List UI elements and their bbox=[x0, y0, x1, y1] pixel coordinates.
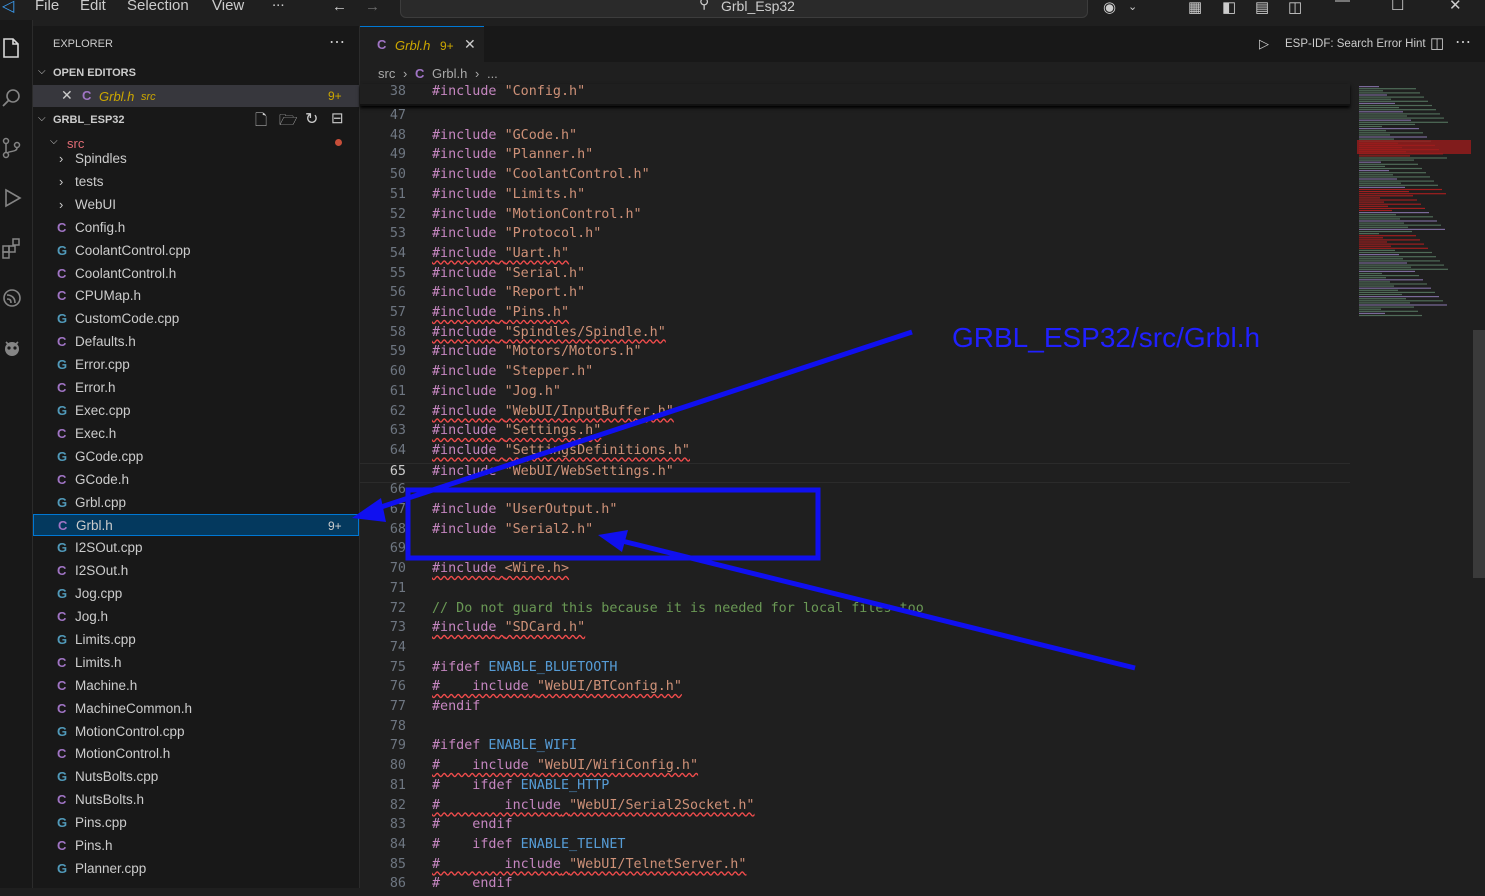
annotation-label: GRBL_ESP32/src/Grbl.h bbox=[952, 322, 1261, 353]
arrowhead-icon bbox=[352, 498, 386, 522]
arrowhead-icon bbox=[598, 530, 628, 552]
annotation-overlay bbox=[352, 329, 1136, 671]
annotation-arrow-to-file bbox=[371, 329, 913, 513]
annotation-box bbox=[405, 487, 821, 561]
annotation-arrow-to-include bbox=[617, 537, 1136, 671]
